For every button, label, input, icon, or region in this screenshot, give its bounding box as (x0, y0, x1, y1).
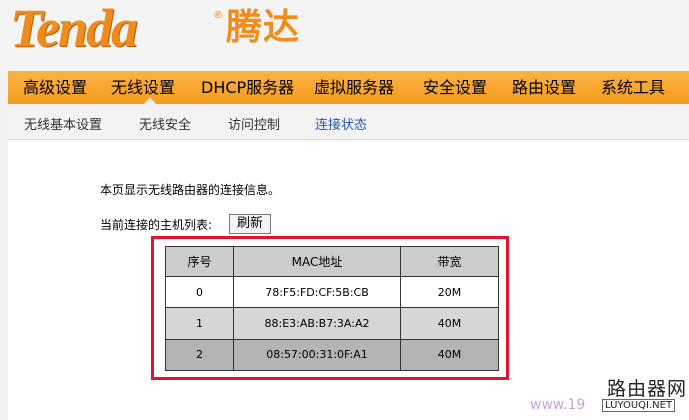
cell-index: 2 (165, 338, 234, 372)
host-list-label: 当前连接的主机列表: (100, 218, 213, 232)
nav-security-settings[interactable]: 安全设置 (423, 72, 487, 104)
header-index: 序号 (165, 245, 234, 278)
connected-hosts-table: 序号 MAC地址 带宽 0 78:F5:FD:CF:5B:CB 20M 1 88… (165, 245, 499, 372)
watermark-url: www.19 (530, 397, 586, 413)
cell-mac: 08:57:00:31:0F:A1 (233, 338, 401, 372)
table-row: 1 88:E3:AB:B7:3A:A2 40M (165, 307, 499, 340)
page-description: 本页显示无线路由器的连接信息。 (100, 183, 281, 197)
subnav-wireless-basic[interactable]: 无线基本设置 (24, 114, 102, 133)
cell-mac: 78:F5:FD:CF:5B:CB (233, 276, 401, 309)
header-bandwidth: 带宽 (400, 245, 499, 278)
nav-dhcp-server[interactable]: DHCP服务器 (201, 72, 294, 104)
logo-registered-mark: ® (213, 10, 223, 21)
subnav-connection-status[interactable]: 连接状态 (315, 114, 367, 133)
cell-bandwidth: 40M (400, 338, 499, 372)
subnav-access-control[interactable]: 访问控制 (228, 114, 280, 133)
refresh-button[interactable]: 刷新 (229, 214, 271, 234)
subnav-wireless-security[interactable]: 无线安全 (139, 114, 191, 133)
header-mac-address: MAC地址 (233, 245, 401, 278)
nav-advanced-settings[interactable]: 高级设置 (23, 72, 87, 104)
main-nav: 高级设置 无线设置 DHCP服务器 虚拟服务器 安全设置 路由设置 系统工具 (8, 71, 689, 104)
active-nav-caret-icon (144, 97, 156, 104)
table-header-row: 序号 MAC地址 带宽 (165, 245, 499, 278)
watermark-tag: LUYOUQI.NET (602, 399, 676, 412)
cell-index: 1 (165, 307, 234, 340)
nav-routing-settings[interactable]: 路由设置 (512, 72, 576, 104)
header: Tenda ® 腾达 (0, 0, 689, 70)
nav-virtual-server[interactable]: 虚拟服务器 (314, 72, 394, 104)
watermark-cn: 路由器网 (607, 378, 688, 400)
logo-chinese-text: 腾达 (226, 7, 301, 48)
tenda-logo: Tenda (10, 0, 138, 58)
table-row: 2 08:57:00:31:0F:A1 40M (165, 338, 499, 372)
cell-bandwidth: 40M (400, 307, 499, 340)
content-panel: 本页显示无线路由器的连接信息。 当前连接的主机列表: 刷新 序号 MAC地址 带… (8, 139, 689, 420)
nav-wireless-settings[interactable]: 无线设置 (111, 72, 175, 104)
cell-mac: 88:E3:AB:B7:3A:A2 (233, 307, 401, 340)
sub-nav: 无线基本设置 无线安全 访问控制 连接状态 (8, 104, 689, 138)
cell-index: 0 (165, 276, 234, 309)
table-row: 0 78:F5:FD:CF:5B:CB 20M (165, 276, 499, 309)
logo-text: Tenda (10, 0, 138, 58)
cell-bandwidth: 20M (400, 276, 499, 309)
nav-system-tools[interactable]: 系统工具 (601, 72, 665, 104)
